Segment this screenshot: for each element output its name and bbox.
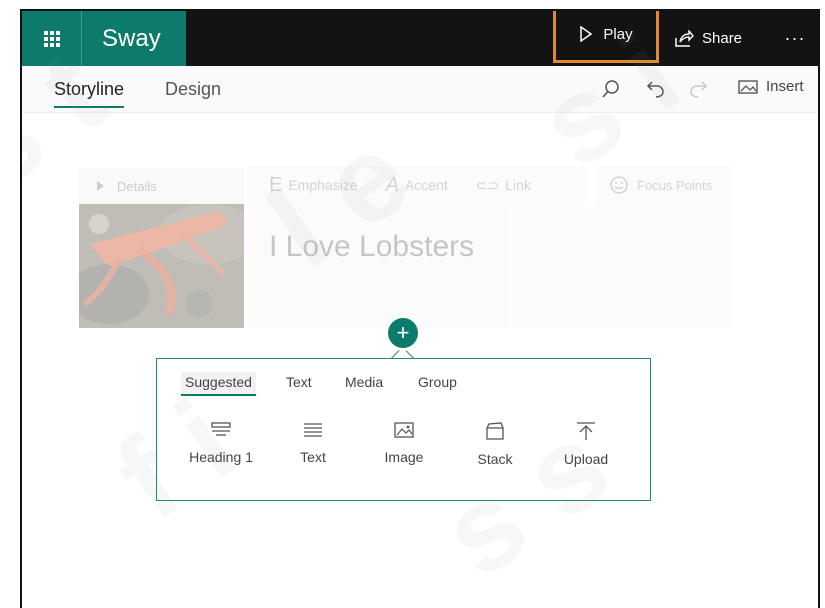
play-icon <box>580 26 593 42</box>
image-card-option[interactable]: Image <box>364 421 444 465</box>
emphasize-button[interactable]: Emphasize <box>288 177 357 193</box>
sway-title[interactable]: I Love Lobsters <box>269 230 474 264</box>
insert-label: Insert <box>766 78 804 95</box>
search-icon[interactable] <box>600 78 622 100</box>
more-options-button[interactable]: ··· <box>780 11 810 66</box>
brand-area: Sway <box>22 11 186 66</box>
panel-tab-group[interactable]: Group <box>418 374 457 390</box>
app-launcher-icon[interactable] <box>22 11 82 66</box>
lobster-photo <box>79 204 244 328</box>
stack-label: Stack <box>477 451 513 467</box>
text-label: Text <box>300 449 326 465</box>
link-icon: ⊂⊃ <box>475 176 500 193</box>
insert-card-panel: Suggested Text Media Group Heading 1 Tex… <box>156 358 651 501</box>
lobster-image[interactable] <box>79 204 244 328</box>
play-label: Play <box>603 25 633 43</box>
insert-picture-icon <box>738 79 758 94</box>
upload-card-option[interactable]: Upload <box>546 421 626 467</box>
text-lines-icon <box>304 423 322 437</box>
format-toolbar: E Emphasize A Accent ⊂⊃ Link <box>247 166 587 204</box>
title-card[interactable]: I Love Lobsters <box>247 204 731 328</box>
focus-face-icon <box>610 176 628 194</box>
stack-icon <box>486 422 504 440</box>
heading-1-card-option[interactable]: Heading 1 <box>181 421 261 465</box>
panel-tab-text[interactable]: Text <box>286 374 312 390</box>
accent-glyph: A <box>385 173 399 196</box>
focus-points-label: Focus Points <box>637 177 713 193</box>
top-bar: Sway Play Share ··· <box>22 11 818 66</box>
tab-storyline[interactable]: Storyline <box>54 79 125 108</box>
panel-tab-suggested[interactable]: Suggested <box>181 372 256 396</box>
share-icon <box>675 29 694 47</box>
add-content-button[interactable]: + <box>388 318 418 348</box>
image-label: Image <box>384 449 424 465</box>
link-button[interactable]: Link <box>505 177 531 193</box>
undo-icon[interactable] <box>644 78 666 100</box>
text-card-option[interactable]: Text <box>273 421 353 465</box>
play-button[interactable]: Play <box>553 11 659 63</box>
tab-design[interactable]: Design <box>165 79 221 100</box>
upload-icon <box>577 422 595 440</box>
app-name: Sway <box>102 24 161 52</box>
heading-1-label: Heading 1 <box>189 449 253 465</box>
share-label: Share <box>702 30 743 47</box>
accent-button[interactable]: Accent <box>405 177 448 193</box>
focus-points-button[interactable]: Focus Points <box>595 166 731 204</box>
tab-bar: Storyline Design Insert <box>22 66 818 113</box>
details-label: Details <box>117 178 157 194</box>
emphasize-glyph: E <box>269 173 283 196</box>
details-toggle[interactable]: Details <box>79 168 244 204</box>
insert-button[interactable]: Insert <box>738 78 804 95</box>
image-icon <box>394 422 414 438</box>
stack-card-option[interactable]: Stack <box>455 421 535 467</box>
panel-tab-media[interactable]: Media <box>345 374 383 390</box>
sway-window: Sway Play Share ··· Storyline Design Ins… <box>20 9 820 608</box>
redo-icon[interactable] <box>688 78 710 100</box>
caret-right-icon <box>97 181 104 191</box>
upload-label: Upload <box>563 451 609 467</box>
heading-icon <box>211 422 231 436</box>
share-button[interactable]: Share <box>674 11 742 66</box>
